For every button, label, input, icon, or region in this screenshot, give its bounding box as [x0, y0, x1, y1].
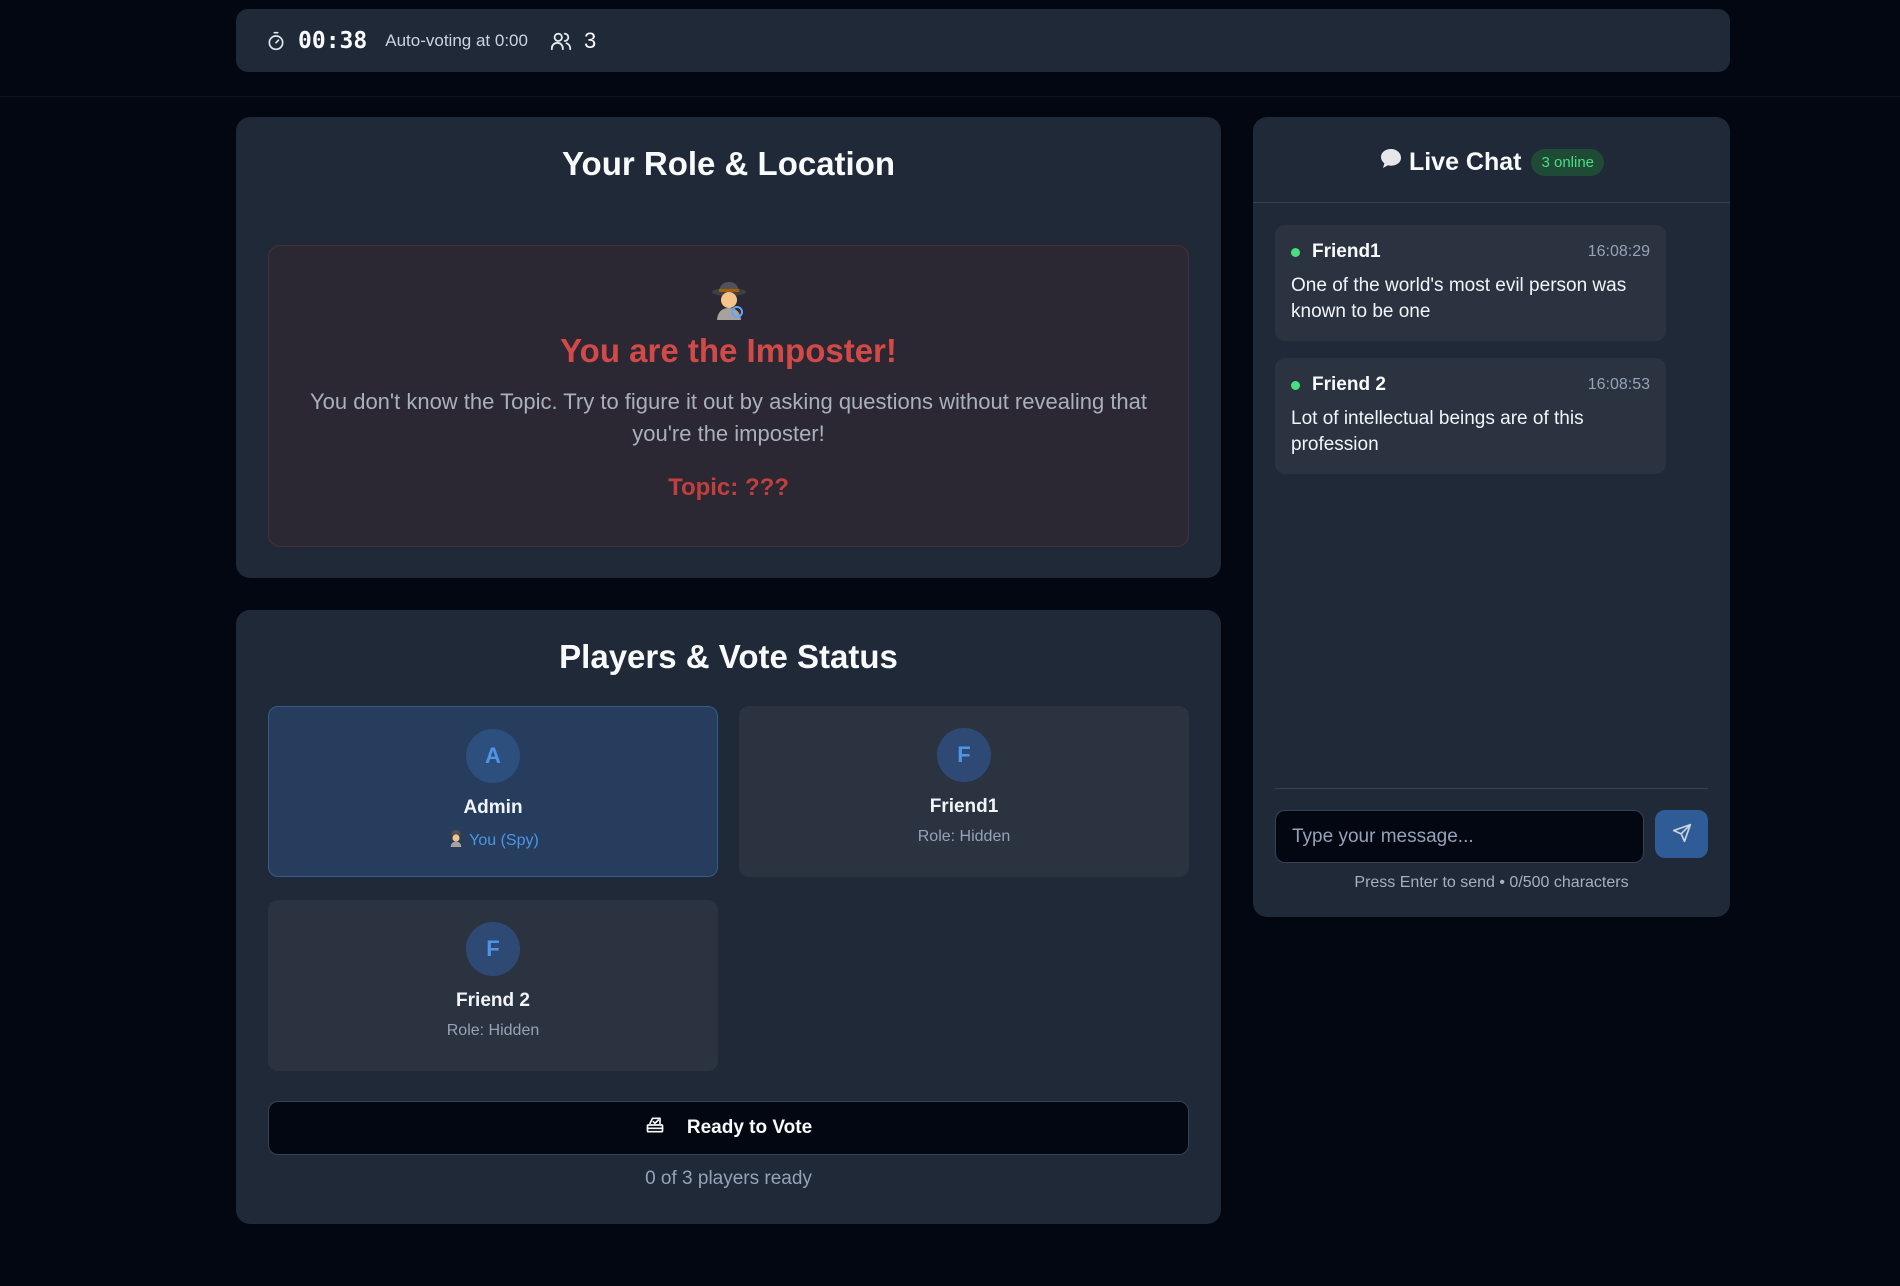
role-card: Your Role & Location You are the Imposte… — [236, 117, 1221, 578]
avatar: A — [466, 729, 520, 783]
topic-label: Topic: ??? — [668, 474, 789, 501]
online-dot — [1291, 380, 1300, 390]
player-name: Admin — [463, 797, 523, 818]
chat-message-input[interactable] — [1275, 810, 1644, 863]
player-name: Friend 2 — [456, 990, 530, 1011]
chat-message-text: Lot of intellectual beings are of this p… — [1291, 408, 1584, 455]
chat-title-text: Live Chat — [1408, 148, 1522, 176]
player-name: Friend1 — [929, 796, 999, 817]
chat-message-text: One of the world's most evil person was … — [1291, 275, 1627, 322]
auto-voting-label: Auto-voting at 0:00 — [385, 30, 528, 50]
send-button[interactable] — [1655, 810, 1708, 858]
chat-message: Friend1 16:08:29 One of the world's most… — [1275, 225, 1666, 341]
chat-message-author: Friend1 — [1312, 241, 1381, 262]
ready-count: 0 of 3 players ready — [645, 1168, 812, 1189]
send-icon — [1672, 823, 1692, 846]
player-tile-admin[interactable]: A Admin You (Spy) — [268, 706, 718, 877]
player-role: Role: Hidden — [917, 828, 1011, 845]
ready-to-vote-label: Ready to Vote — [686, 1117, 813, 1138]
chat-card: Live Chat 3 online Friend1 16:08:29 One … — [1253, 117, 1730, 917]
chat-message: Friend 2 16:08:53 Lot of intellectual be… — [1275, 358, 1666, 474]
imposter-title: You are the Imposter! — [560, 332, 897, 369]
players-card: Players & Vote Status A Admin You (Spy) … — [236, 610, 1221, 1224]
ready-to-vote-button[interactable]: Ready to Vote — [268, 1101, 1189, 1155]
player-role: Role: Hidden — [446, 1022, 540, 1039]
imposter-box: You are the Imposter! You don't know the… — [268, 245, 1189, 547]
player-tile-friend-2[interactable]: F Friend 2 Role: Hidden — [268, 900, 718, 1071]
online-dot — [1291, 247, 1300, 257]
role-card-title: Your Role & Location — [561, 145, 896, 182]
chat-hint: Press Enter to send • 0/500 characters — [1354, 874, 1629, 891]
spy-icon — [269, 280, 1188, 320]
avatar: F — [937, 728, 991, 782]
chat-header: Live Chat 3 online — [1253, 117, 1730, 203]
timer: 00:38 — [298, 27, 368, 54]
online-badge: 3 online — [1531, 149, 1605, 176]
chat-message-header: Friend1 16:08:29 — [1291, 241, 1650, 263]
users-icon — [550, 30, 572, 52]
chat-message-author: Friend 2 — [1312, 374, 1386, 395]
chat-title: Live Chat — [1379, 147, 1522, 178]
chat-divider — [1275, 788, 1708, 789]
stopwatch-icon — [266, 31, 286, 51]
player-tile-friend1[interactable]: F Friend1 Role: Hidden — [739, 706, 1189, 877]
ballot-box-icon — [645, 1115, 665, 1141]
player-count: 3 — [583, 27, 597, 53]
chat-message-time: 16:08:53 — [1587, 376, 1650, 393]
players-card-title: Players & Vote Status — [559, 638, 898, 675]
chat-message-time: 16:08:29 — [1587, 243, 1650, 260]
spy-icon — [447, 829, 465, 852]
imposter-description: You don't know the Topic. Try to figure … — [309, 389, 1148, 446]
speech-bubble-icon — [1379, 147, 1403, 178]
player-role-text: You (Spy) — [469, 831, 539, 849]
player-role: You (Spy) — [269, 829, 717, 852]
avatar: F — [466, 922, 520, 976]
top-status-bar: 00:38 Auto-voting at 0:00 3 — [236, 9, 1730, 72]
header-divider — [0, 96, 1900, 97]
chat-message-header: Friend 2 16:08:53 — [1291, 374, 1650, 396]
